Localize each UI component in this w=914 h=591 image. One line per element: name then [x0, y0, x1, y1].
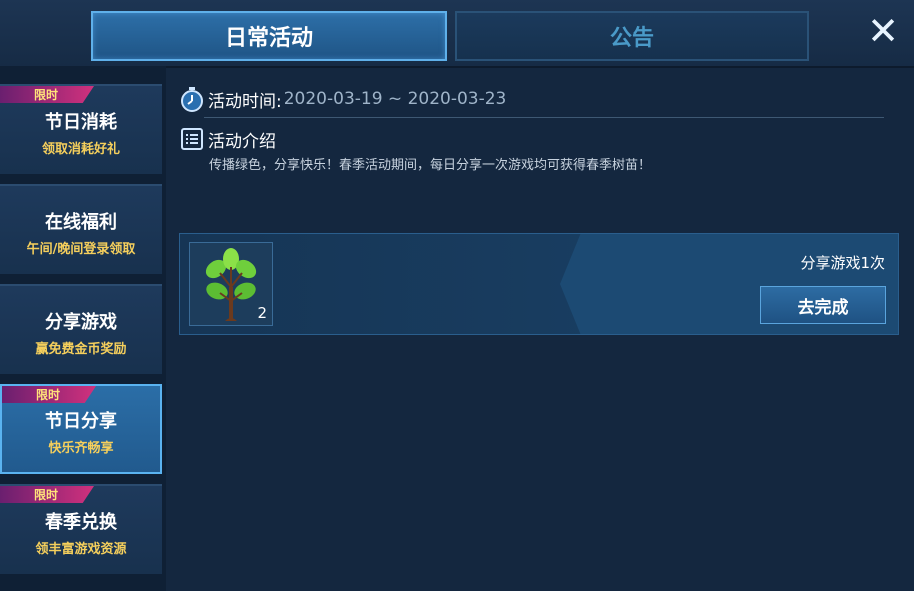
sidebar-item-title: 节日消耗: [45, 111, 117, 133]
sidebar-item-subtitle: 午间/晚间登录领取: [26, 241, 136, 257]
sidebar-item-title: 分享游戏: [45, 311, 117, 333]
sidebar-item-subtitle: 领取消耗好礼: [41, 141, 120, 157]
sidebar-item-title: 春季兑换: [45, 511, 117, 533]
activity-time-label: 活动时间:: [208, 91, 282, 112]
limited-badge: 限时: [2, 386, 96, 403]
activity-detail-panel: 活动时间: 2020-03-19 ~ 2020-03-23 活动介绍 传播绿色，…: [166, 66, 914, 591]
sidebar-item-title: 在线福利: [45, 211, 117, 233]
sidebar-item-holiday-spending[interactable]: 限时 节日消耗 领取消耗好礼: [0, 84, 162, 174]
stopwatch-icon: [181, 87, 203, 112]
sidebar-item-subtitle: 快乐齐畅享: [48, 440, 114, 456]
tab-daily-label: 日常活动: [224, 26, 313, 51]
activity-intro-row: 活动介绍: [180, 126, 276, 152]
activity-time-value: 2020-03-19 ~ 2020-03-23: [283, 89, 507, 109]
sidebar-item-spring-exchange[interactable]: 限时 春季兑换 领丰富游戏资源: [0, 484, 162, 574]
go-complete-button[interactable]: 去完成: [760, 286, 886, 324]
top-bar: 日常活动 公告 ✕: [0, 0, 914, 68]
tab-announcements[interactable]: 公告: [455, 11, 809, 61]
reward-slot[interactable]: 2: [189, 242, 273, 326]
sidebar-item-online-bonus[interactable]: 在线福利 午间/晚间登录领取: [0, 184, 162, 274]
limited-badge: 限时: [0, 86, 94, 103]
task-name: 分享游戏1次: [800, 254, 885, 272]
divider: [204, 117, 884, 118]
sidebar-item-holiday-share[interactable]: 限时 节日分享 快乐齐畅享: [0, 384, 162, 474]
activity-intro-text: 传播绿色，分享快乐！春季活动期间，每日分享一次游戏均可获得春季树苗！: [209, 158, 652, 173]
activity-time-row: 活动时间: 2020-03-19 ~ 2020-03-23: [180, 86, 506, 112]
tab-notice-label: 公告: [609, 26, 654, 51]
tab-daily-activities[interactable]: 日常活动: [91, 11, 447, 61]
sidebar-item-subtitle: 赢免费金币奖励: [35, 341, 127, 357]
sidebar-item-title: 节日分享: [45, 410, 117, 432]
sidebar-item-subtitle: 领丰富游戏资源: [35, 541, 127, 557]
reward-count: 2: [257, 304, 267, 322]
sidebar-item-share-game[interactable]: 分享游戏 赢免费金币奖励: [0, 284, 162, 374]
activity-sidebar: 限时 节日消耗 领取消耗好礼 在线福利 午间/晚间登录领取 分享游戏 赢免费金币…: [0, 66, 166, 591]
limited-badge: 限时: [0, 486, 94, 503]
task-card: 2 分享游戏1次 去完成: [179, 233, 899, 335]
close-icon[interactable]: ✕: [866, 12, 900, 50]
activity-intro-label: 活动介绍: [208, 131, 276, 152]
list-icon: [181, 128, 203, 150]
